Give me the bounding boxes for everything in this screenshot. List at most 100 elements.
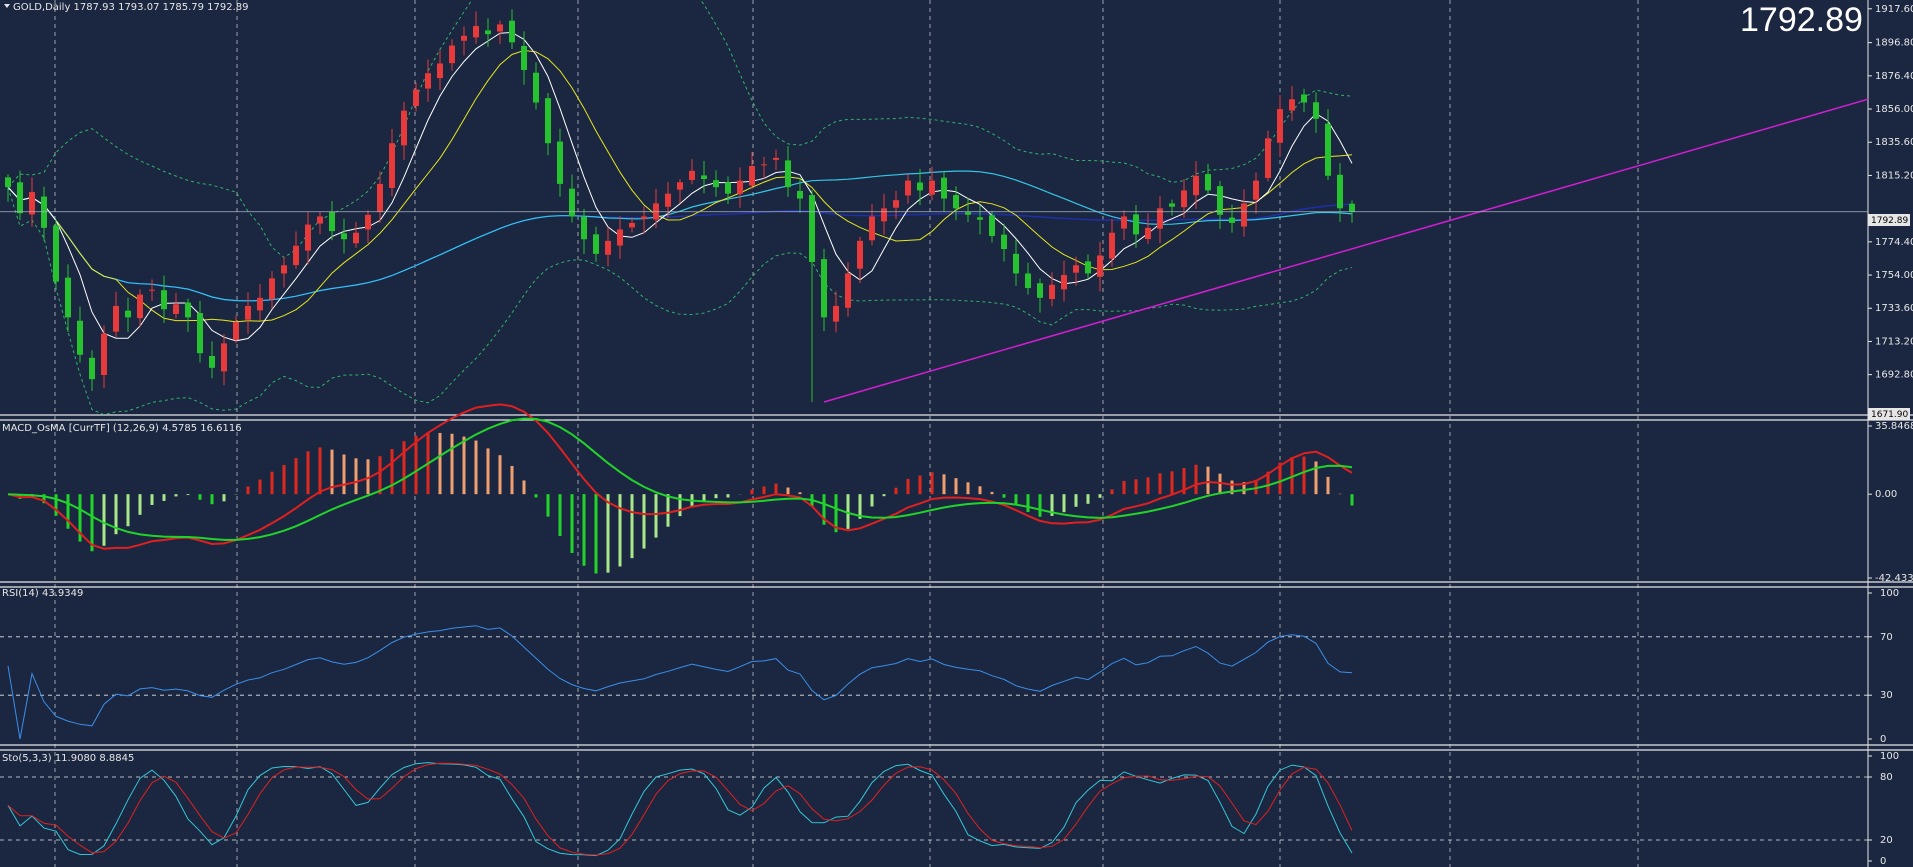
rsi-tick-label: 70 (1880, 632, 1893, 643)
candle-body (1181, 190, 1187, 208)
candle-body (1337, 174, 1343, 209)
candle-body (1253, 180, 1259, 200)
candle-body (281, 265, 287, 274)
candle-body (1217, 186, 1223, 215)
candle-body (173, 304, 179, 314)
candle-body (1193, 175, 1199, 196)
candle-body (209, 356, 215, 368)
candle-body (521, 45, 527, 70)
candle-body (41, 196, 47, 228)
candle-body (1289, 99, 1295, 111)
stochastic-tick-label: 100 (1880, 751, 1899, 762)
candle-body (749, 166, 755, 186)
candle-body (1349, 203, 1355, 212)
candle-body (269, 278, 275, 300)
price-tick-label: 1713.20 (1875, 336, 1913, 347)
rsi-label: RSI(14) 43.9349 (2, 588, 83, 599)
candle-body (317, 216, 323, 224)
candle-body (101, 333, 107, 376)
current-price-display: 1792.89 (1740, 1, 1863, 39)
candle-body (221, 343, 227, 372)
candle-body (305, 224, 311, 251)
candle-body (197, 313, 203, 354)
candle (53, 219, 59, 288)
price-tick-label: 1815.20 (1875, 170, 1913, 181)
candle-body (809, 195, 815, 263)
candle-body (377, 183, 383, 212)
candle-body (605, 240, 611, 255)
candle-body (293, 245, 299, 266)
candle-body (461, 35, 467, 41)
candle-body (881, 208, 887, 222)
candle-body (473, 26, 479, 38)
price-tick-label: 1733.60 (1875, 303, 1913, 314)
candle-body (257, 297, 263, 311)
candle-body (1133, 214, 1139, 235)
candle-body (1097, 255, 1103, 277)
candle-body (641, 216, 647, 219)
candle-body (857, 240, 863, 269)
candle-body (29, 192, 35, 215)
candle-body (1013, 253, 1019, 274)
candle-body (1061, 275, 1067, 290)
candle-body (1325, 123, 1331, 176)
candle-body (581, 216, 587, 240)
candle-body (89, 357, 95, 380)
price-tick-label: 1774.40 (1875, 237, 1913, 248)
macd-tick-label: 35.8468 (1875, 421, 1913, 432)
candle-body (953, 195, 959, 209)
candle-body (449, 45, 455, 64)
stochastic-tick-label: 0 (1880, 856, 1886, 867)
candle-body (725, 182, 731, 194)
candle-body (1037, 283, 1043, 298)
candle-body (1049, 284, 1055, 300)
candle-body (977, 217, 983, 220)
candle-body (1313, 102, 1319, 119)
price-tick-label: 1835.60 (1875, 137, 1913, 148)
candle-body (353, 232, 359, 244)
candle-body (1301, 94, 1307, 103)
candle-body (665, 193, 671, 207)
low-price-tag: 1671.90 (1871, 410, 1908, 420)
candle-body (437, 63, 443, 79)
trading-chart[interactable]: 1917.60 1896.80 1876.40 1856.00 1835.60 1815.… (0, 0, 1913, 867)
stochastic-label: Sto(5,3,3) 11.9080 8.8845 (2, 753, 134, 764)
candle-body (233, 322, 239, 340)
candle-body (905, 180, 911, 196)
candle-body (569, 188, 575, 217)
candle-body (617, 229, 623, 246)
price-tick-label: 1876.40 (1875, 71, 1913, 82)
candle-body (1169, 203, 1175, 207)
candle-body (821, 259, 827, 318)
rsi-tick-label: 0 (1880, 734, 1886, 745)
candle-body (1265, 138, 1271, 179)
candle-body (761, 164, 767, 166)
candle-body (1145, 227, 1151, 240)
candle-body (329, 211, 335, 232)
candle-body (77, 320, 83, 355)
candle-body (773, 157, 779, 160)
candle-body (185, 302, 191, 318)
candle-body (245, 305, 251, 320)
candle-body (833, 305, 839, 322)
candle-body (869, 216, 875, 241)
candle-body (689, 170, 695, 180)
price-tick-label: 1754.00 (1875, 270, 1913, 281)
candle-body (341, 233, 347, 240)
candle-body (113, 305, 119, 332)
candle-body (737, 180, 743, 194)
candle-body (1073, 265, 1079, 273)
candle-body (893, 200, 899, 208)
candle-body (965, 212, 971, 215)
candle-body (5, 177, 11, 188)
price-tick-label: 1896.80 (1875, 38, 1913, 49)
candle-body (1241, 203, 1247, 227)
candle-body (149, 289, 155, 291)
candle-body (1025, 273, 1031, 289)
candle-body (509, 20, 515, 43)
candle-body (413, 89, 419, 107)
candle-body (53, 225, 59, 282)
symbol-ohlc-label: GOLD,Daily 1787.93 1793.07 1785.79 1792.… (13, 2, 249, 13)
candle-body (629, 222, 635, 228)
candle-body (545, 98, 551, 144)
